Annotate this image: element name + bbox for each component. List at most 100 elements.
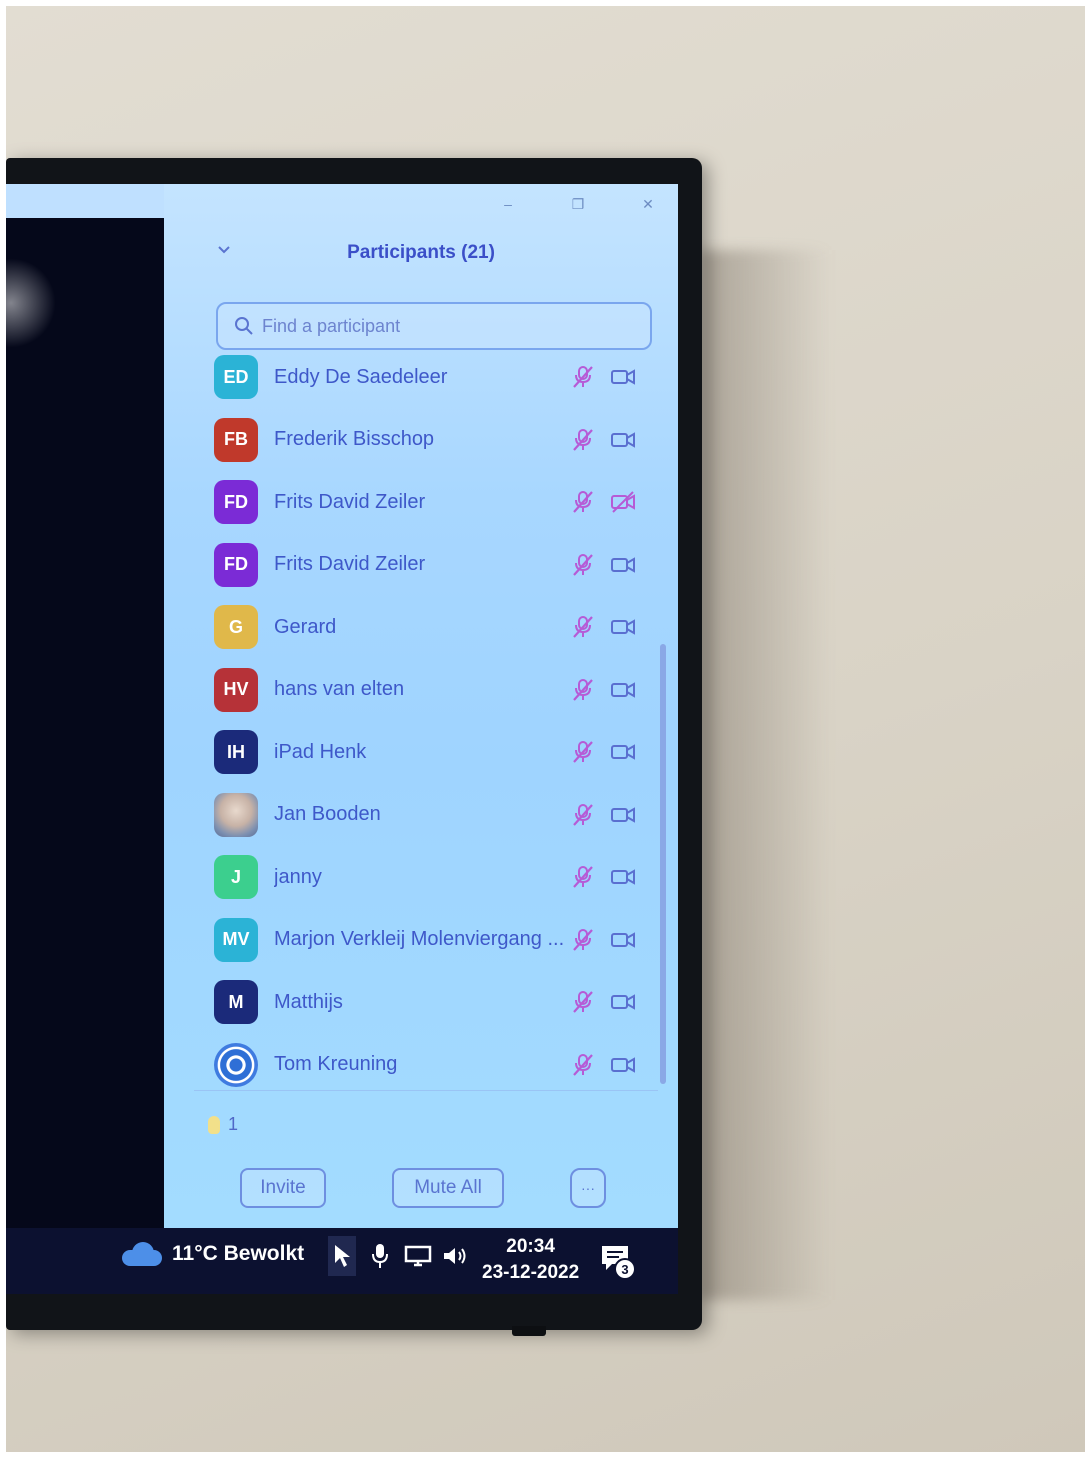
avatar: J [214, 855, 258, 899]
screen: – ❐ ✕ Participants (21) ED Eddy De Saedel… [6, 184, 678, 1294]
taskbar: 11°C Bewolkt 20:34 23-12-2022 3 [6, 1228, 678, 1294]
display-tray-item[interactable] [404, 1236, 432, 1276]
mic-muted-icon[interactable] [570, 490, 596, 514]
raised-hand-icon [208, 1115, 220, 1134]
participant-row[interactable]: M Matthijs [194, 971, 654, 1033]
avatar: FD [214, 542, 258, 587]
video-camera-icon[interactable] [610, 615, 636, 639]
participant-row[interactable]: Jjanny [194, 846, 654, 908]
more-button[interactable]: ··· [570, 1168, 606, 1208]
mic-muted-icon[interactable] [570, 990, 596, 1014]
participant-list: ED Eddy De Saedeleer FB Frederik Bisschop FD… [194, 352, 654, 1088]
video-camera-icon[interactable] [610, 678, 636, 702]
wall-shadow [700, 250, 830, 1300]
participant-status-icons [570, 428, 636, 452]
main-window-titlebar [6, 184, 186, 218]
mic-muted-icon[interactable] [570, 365, 596, 389]
participant-row[interactable]: FB Frederik Bisschop [194, 409, 654, 471]
video-camera-icon[interactable] [610, 803, 636, 827]
participant-name: Matthijs [274, 990, 343, 1013]
avatar: G [214, 605, 258, 649]
mic-muted-icon[interactable] [570, 1053, 596, 1077]
video-camera-icon[interactable] [610, 865, 636, 889]
invite-button[interactable]: Invite [240, 1168, 326, 1208]
video-camera-icon[interactable] [610, 365, 636, 389]
mic-muted-icon[interactable] [570, 928, 596, 952]
avatar: IH [214, 730, 258, 774]
close-button[interactable]: ✕ [638, 196, 658, 212]
participant-row[interactable]: FD Frits David Zeiler [194, 471, 654, 533]
video-area [6, 218, 186, 1228]
raised-hands-indicator: 1 [208, 1114, 238, 1135]
weather-text: 11°C Bewolkt [172, 1242, 305, 1265]
video-camera-icon[interactable] [610, 428, 636, 452]
list-scrollbar[interactable] [660, 644, 666, 1084]
participant-status-icons [570, 615, 636, 639]
participant-row[interactable]: ED Eddy De Saedeleer [194, 352, 654, 408]
video-camera-icon[interactable] [610, 1053, 636, 1077]
panel-title: Participants (21) [347, 242, 495, 263]
participants-panel: – ❐ ✕ Participants (21) ED Eddy De Saedel… [164, 184, 678, 1228]
search-box[interactable] [216, 302, 652, 350]
participant-name: Frederik Bisschop [274, 428, 435, 450]
participant-row[interactable]: Tom Kreuning [194, 1034, 654, 1089]
mic-muted-icon[interactable] [570, 615, 596, 639]
participant-row[interactable]: IH iPad Henk [194, 721, 654, 783]
cloud-icon [122, 1242, 162, 1266]
video-camera-icon[interactable] [610, 928, 636, 952]
mic-muted-icon[interactable] [570, 740, 596, 764]
speaker-icon [444, 1248, 466, 1264]
participant-name: iPad Henk [274, 740, 367, 763]
mic-muted-icon[interactable] [570, 678, 596, 702]
weather-widget[interactable]: 11°C Bewolkt [122, 1242, 304, 1266]
participant-row[interactable]: Jan Booden [194, 784, 654, 846]
participant-name: Eddy De Saedeleer [274, 365, 448, 388]
participant-row[interactable]: HV hans van elten [194, 659, 654, 721]
participant-row[interactable]: G Gerard [194, 596, 654, 658]
avatar: M [214, 980, 258, 1024]
participant-status-icons [570, 803, 636, 827]
participant-name: Frits David Zeiler [274, 490, 426, 513]
volume-tray-item[interactable] [442, 1236, 470, 1276]
participant-name: Marjon Verkleij Molenviergang ... [274, 928, 565, 950]
video-camera-icon[interactable] [610, 553, 636, 577]
video-camera-icon[interactable] [610, 990, 636, 1014]
search-icon [235, 317, 253, 335]
avatar-photo [214, 792, 258, 837]
microphone-tray-item[interactable] [366, 1236, 394, 1276]
divider [194, 1090, 658, 1091]
clock-date: 23-12-2022 [482, 1262, 580, 1283]
participant-name: Jan Booden [274, 803, 381, 825]
participant-status-icons [570, 553, 636, 577]
search-input[interactable] [262, 315, 622, 337]
clock-time: 20:34 [506, 1236, 555, 1257]
participant-row[interactable]: MV Marjon Verkleij Molenviergang ... [194, 909, 654, 971]
microphone-icon [372, 1244, 388, 1268]
notification-badge: 3 [614, 1258, 636, 1280]
participant-row[interactable]: FD Frits David Zeiler [194, 534, 654, 596]
mic-muted-icon[interactable] [570, 803, 596, 827]
tv-foot [512, 1326, 546, 1336]
mute-all-button[interactable]: Mute All [392, 1168, 504, 1208]
video-off-icon[interactable] [610, 490, 636, 514]
participant-status-icons [570, 990, 636, 1014]
window-controls: – ❐ ✕ [498, 196, 658, 212]
pointer-tray-item[interactable] [328, 1236, 356, 1276]
avatar: FD [214, 480, 258, 524]
pointer-icon [335, 1245, 350, 1267]
mic-muted-icon[interactable] [570, 428, 596, 452]
clock[interactable]: 20:34 23-12-2022 [482, 1234, 579, 1286]
participant-name: Tom Kreuning [274, 1053, 398, 1075]
participant-name: janny [274, 865, 322, 888]
participant-status-icons [570, 928, 636, 952]
mic-muted-icon[interactable] [570, 553, 596, 577]
avatar: MV [214, 917, 258, 962]
video-camera-icon[interactable] [610, 740, 636, 764]
minimize-button[interactable]: – [498, 196, 518, 212]
participant-status-icons [570, 490, 636, 514]
monitor-icon [404, 1245, 432, 1267]
participant-status-icons [570, 1053, 636, 1077]
participant-status-icons [570, 365, 636, 389]
restore-button[interactable]: ❐ [568, 196, 588, 212]
mic-muted-icon[interactable] [570, 865, 596, 889]
